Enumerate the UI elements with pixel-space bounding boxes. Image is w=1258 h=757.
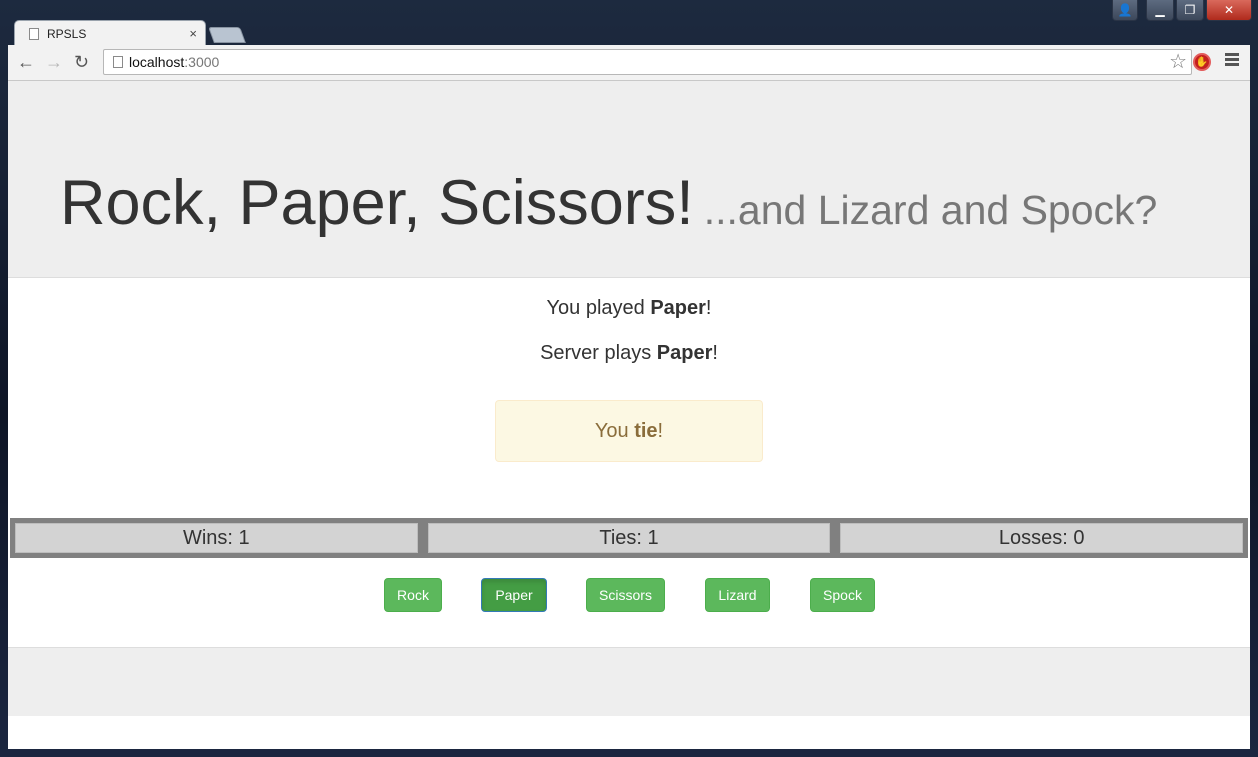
- losses-count: Losses: 0: [840, 523, 1244, 553]
- browser-tab[interactable]: RPSLS ×: [14, 20, 206, 46]
- page-title: Rock, Paper, Scissors! ...and Lizard and …: [60, 168, 1158, 238]
- user-profile-icon[interactable]: 👤: [1112, 0, 1138, 21]
- score-bar: Wins: 1 Ties: 1 Losses: 0: [10, 518, 1248, 558]
- back-arrow-icon[interactable]: ←: [17, 51, 35, 73]
- footer: [8, 647, 1250, 716]
- ties-count: Ties: 1: [427, 523, 831, 553]
- reload-icon[interactable]: ↻: [74, 51, 89, 73]
- maximize-button[interactable]: ❐: [1176, 0, 1204, 21]
- bookmark-star-icon[interactable]: ☆: [1169, 51, 1187, 73]
- you-played-text: You played Paper!: [546, 297, 712, 319]
- tab-title: RPSLS: [47, 26, 87, 41]
- new-tab-button[interactable]: [208, 27, 246, 43]
- rock-button[interactable]: Rock: [384, 578, 442, 612]
- browser-toolbar: ← → ↻ localhost:3000 ☆ ✋: [8, 45, 1250, 81]
- wins-count: Wins: 1: [15, 523, 418, 553]
- window-controls: 👤 ▁ ❐ ✕: [1112, 0, 1252, 21]
- lizard-button[interactable]: Lizard: [705, 578, 770, 612]
- page-icon: [113, 56, 123, 68]
- menu-icon[interactable]: [1225, 53, 1239, 68]
- address-bar[interactable]: localhost:3000 ☆: [103, 49, 1192, 75]
- close-window-button[interactable]: ✕: [1206, 0, 1252, 21]
- minimize-button[interactable]: ▁: [1146, 0, 1174, 21]
- server-plays-text: Server plays Paper!: [540, 342, 718, 364]
- adblock-extension-icon[interactable]: ✋: [1193, 53, 1211, 71]
- paper-button[interactable]: Paper: [481, 578, 547, 612]
- url-text: localhost:3000: [129, 54, 220, 70]
- forward-arrow-icon[interactable]: →: [45, 51, 63, 73]
- choice-buttons: Rock Paper Scissors Lizard Spock: [8, 578, 1250, 612]
- jumbotron-header: Rock, Paper, Scissors! ...and Lizard and …: [8, 81, 1250, 278]
- page-icon: [29, 27, 39, 40]
- result-alert: You tie!: [495, 400, 763, 462]
- spock-button[interactable]: Spock: [810, 578, 875, 612]
- tab-close-icon[interactable]: ×: [189, 26, 197, 41]
- page-viewport: Rock, Paper, Scissors! ...and Lizard and …: [8, 81, 1250, 749]
- scissors-button[interactable]: Scissors: [586, 578, 665, 612]
- page-subtitle: ...and Lizard and Spock?: [703, 187, 1158, 233]
